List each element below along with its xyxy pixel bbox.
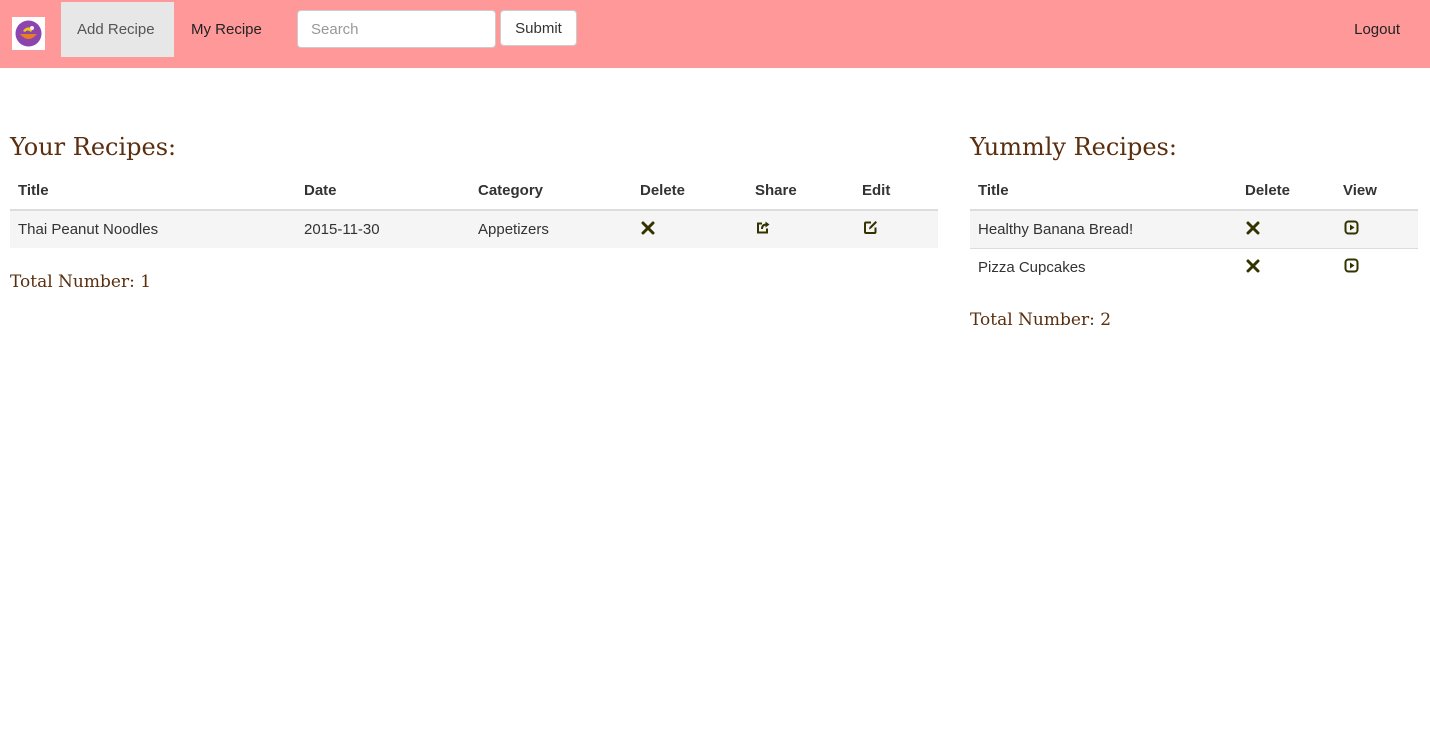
recipe-title-cell: Thai Peanut Noodles	[10, 209, 296, 248]
column-header-view: View	[1335, 172, 1418, 211]
logout-link[interactable]: Logout	[1354, 2, 1400, 57]
column-header-date: Date	[296, 172, 470, 211]
play-icon[interactable]	[1343, 258, 1359, 274]
recipe-category-cell: Appetizers	[470, 209, 632, 248]
column-header-category: Category	[470, 172, 632, 211]
table-header-row: Title Date Category Delete Share Edit	[10, 172, 938, 211]
yummly-recipes-title: Yummly Recipes:	[970, 133, 1177, 161]
your-recipes-table: Title Date Category Delete Share Edit Th…	[10, 172, 938, 248]
column-header-title: Title	[10, 172, 296, 211]
view-cell	[1335, 209, 1418, 248]
close-icon[interactable]	[1245, 258, 1261, 274]
share-cell	[747, 209, 854, 248]
column-header-delete: Delete	[632, 172, 747, 211]
search-input[interactable]	[297, 10, 496, 48]
add-recipe-link[interactable]: Add Recipe	[61, 2, 174, 57]
yummly-recipes-total: Total Number: 2	[970, 310, 1112, 330]
column-header-title: Title	[970, 172, 1237, 211]
recipe-date-cell: 2015-11-30	[296, 209, 470, 248]
yummly-recipes-table: Title Delete View Healthy Banana Bread!	[970, 172, 1418, 286]
close-icon[interactable]	[640, 220, 656, 236]
table-row: Healthy Banana Bread!	[970, 209, 1418, 248]
delete-cell	[1237, 209, 1335, 248]
column-header-share: Share	[747, 172, 854, 211]
view-cell	[1335, 247, 1418, 286]
column-header-delete: Delete	[1237, 172, 1335, 211]
my-recipe-link[interactable]: My Recipe	[175, 2, 278, 57]
submit-button[interactable]: Submit	[500, 10, 577, 46]
logo-icon[interactable]	[12, 17, 45, 50]
close-icon[interactable]	[1245, 220, 1261, 236]
table-row: Thai Peanut Noodles 2015-11-30 Appetizer…	[10, 209, 938, 248]
share-icon[interactable]	[755, 220, 771, 236]
recipe-title-cell: Pizza Cupcakes	[970, 247, 1237, 286]
table-row: Pizza Cupcakes	[970, 247, 1418, 286]
navbar: Add Recipe My Recipe Submit Logout	[0, 0, 1430, 68]
play-icon[interactable]	[1343, 220, 1359, 236]
table-header-row: Title Delete View	[970, 172, 1418, 211]
recipe-title-cell: Healthy Banana Bread!	[970, 209, 1237, 248]
delete-cell	[632, 209, 747, 248]
edit-icon[interactable]	[862, 220, 878, 236]
delete-cell	[1237, 247, 1335, 286]
column-header-edit: Edit	[854, 172, 938, 211]
your-recipes-total: Total Number: 1	[10, 272, 152, 292]
your-recipes-title: Your Recipes:	[10, 133, 177, 161]
edit-cell	[854, 209, 938, 248]
